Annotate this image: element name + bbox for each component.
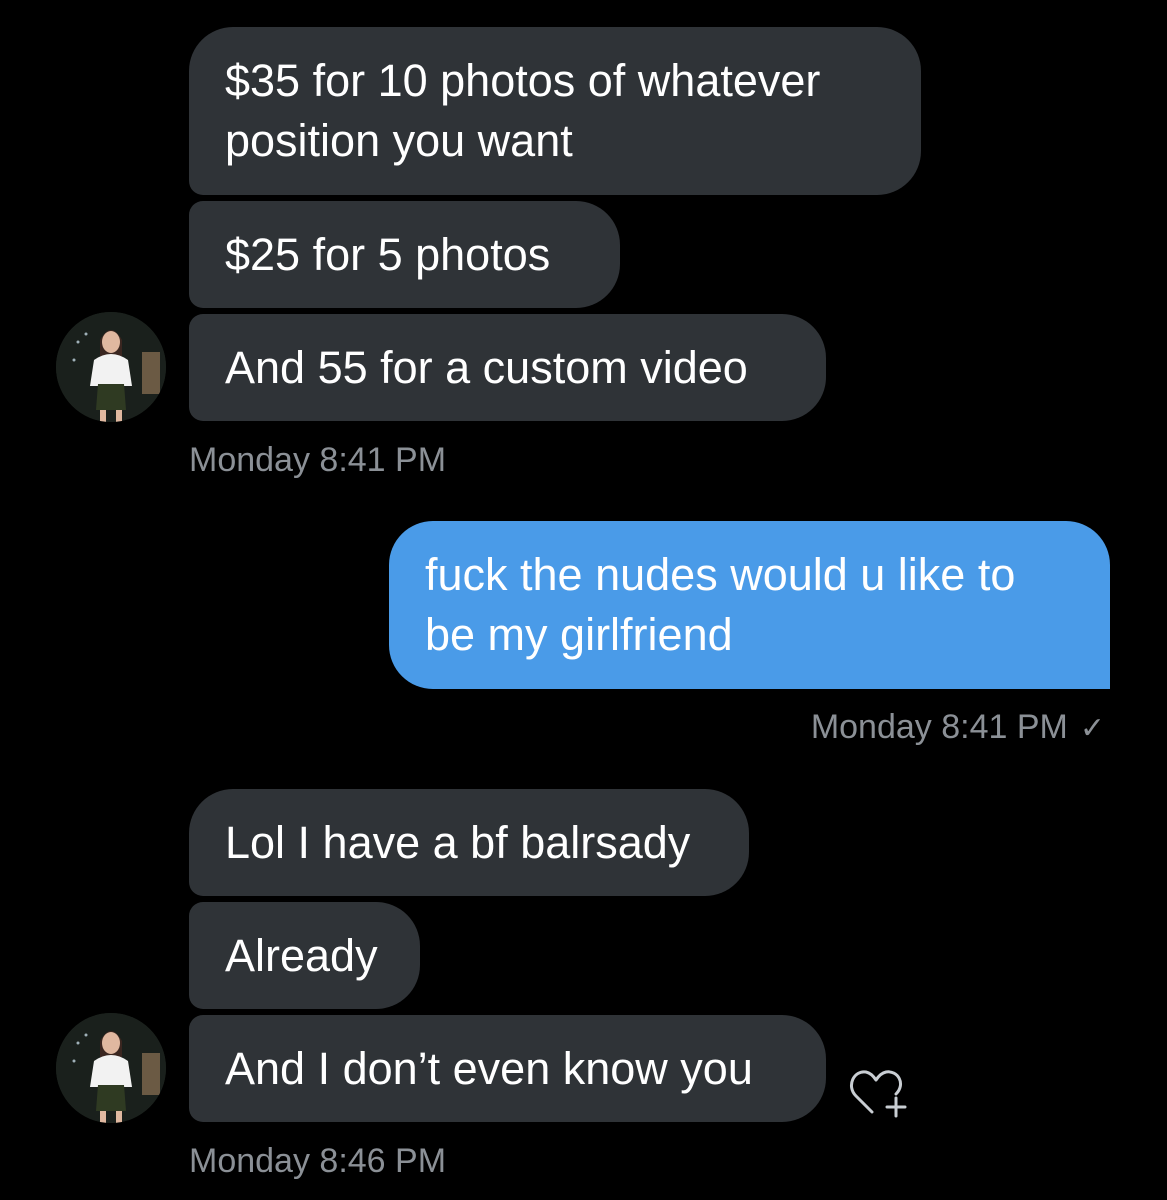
timestamp: Monday 8:46 PM: [189, 1142, 447, 1180]
message-text: $35 for 10 photos of whatever position y…: [225, 55, 821, 166]
message-text: Lol I have a bf balrsady: [225, 817, 691, 868]
message-bubble-incoming[interactable]: Already: [189, 902, 420, 1009]
message-text: Already: [225, 930, 378, 981]
contact-avatar[interactable]: [56, 312, 166, 422]
avatar-photo: [56, 312, 166, 422]
message-text: And I don’t even know you: [225, 1043, 753, 1094]
contact-avatar[interactable]: [56, 1013, 166, 1123]
heart-plus-icon[interactable]: [848, 1060, 918, 1120]
message-bubble-incoming[interactable]: And I don’t even know you: [189, 1015, 826, 1122]
message-bubble-incoming[interactable]: $25 for 5 photos: [189, 201, 620, 308]
timestamp: Monday 8:41 PM: [189, 441, 447, 479]
message-text: fuck the nudes would u like to be my gir…: [425, 549, 1016, 660]
message-bubble-incoming[interactable]: $35 for 10 photos of whatever position y…: [189, 27, 921, 195]
message-text: And 55 for a custom video: [225, 342, 748, 393]
timestamp-text: Monday 8:41 PM: [810, 708, 1068, 746]
message-bubble-outgoing[interactable]: fuck the nudes would u like to be my gir…: [389, 521, 1110, 689]
message-bubble-incoming[interactable]: And 55 for a custom video: [189, 314, 826, 421]
checkmark-icon: ✓: [1079, 712, 1105, 745]
message-text: $25 for 5 photos: [225, 229, 551, 280]
message-bubble-incoming[interactable]: Lol I have a bf balrsady: [189, 789, 749, 896]
avatar-photo: [56, 1013, 166, 1123]
timestamp-with-read-receipt: Monday 8:41 PM ✓: [811, 707, 1105, 749]
